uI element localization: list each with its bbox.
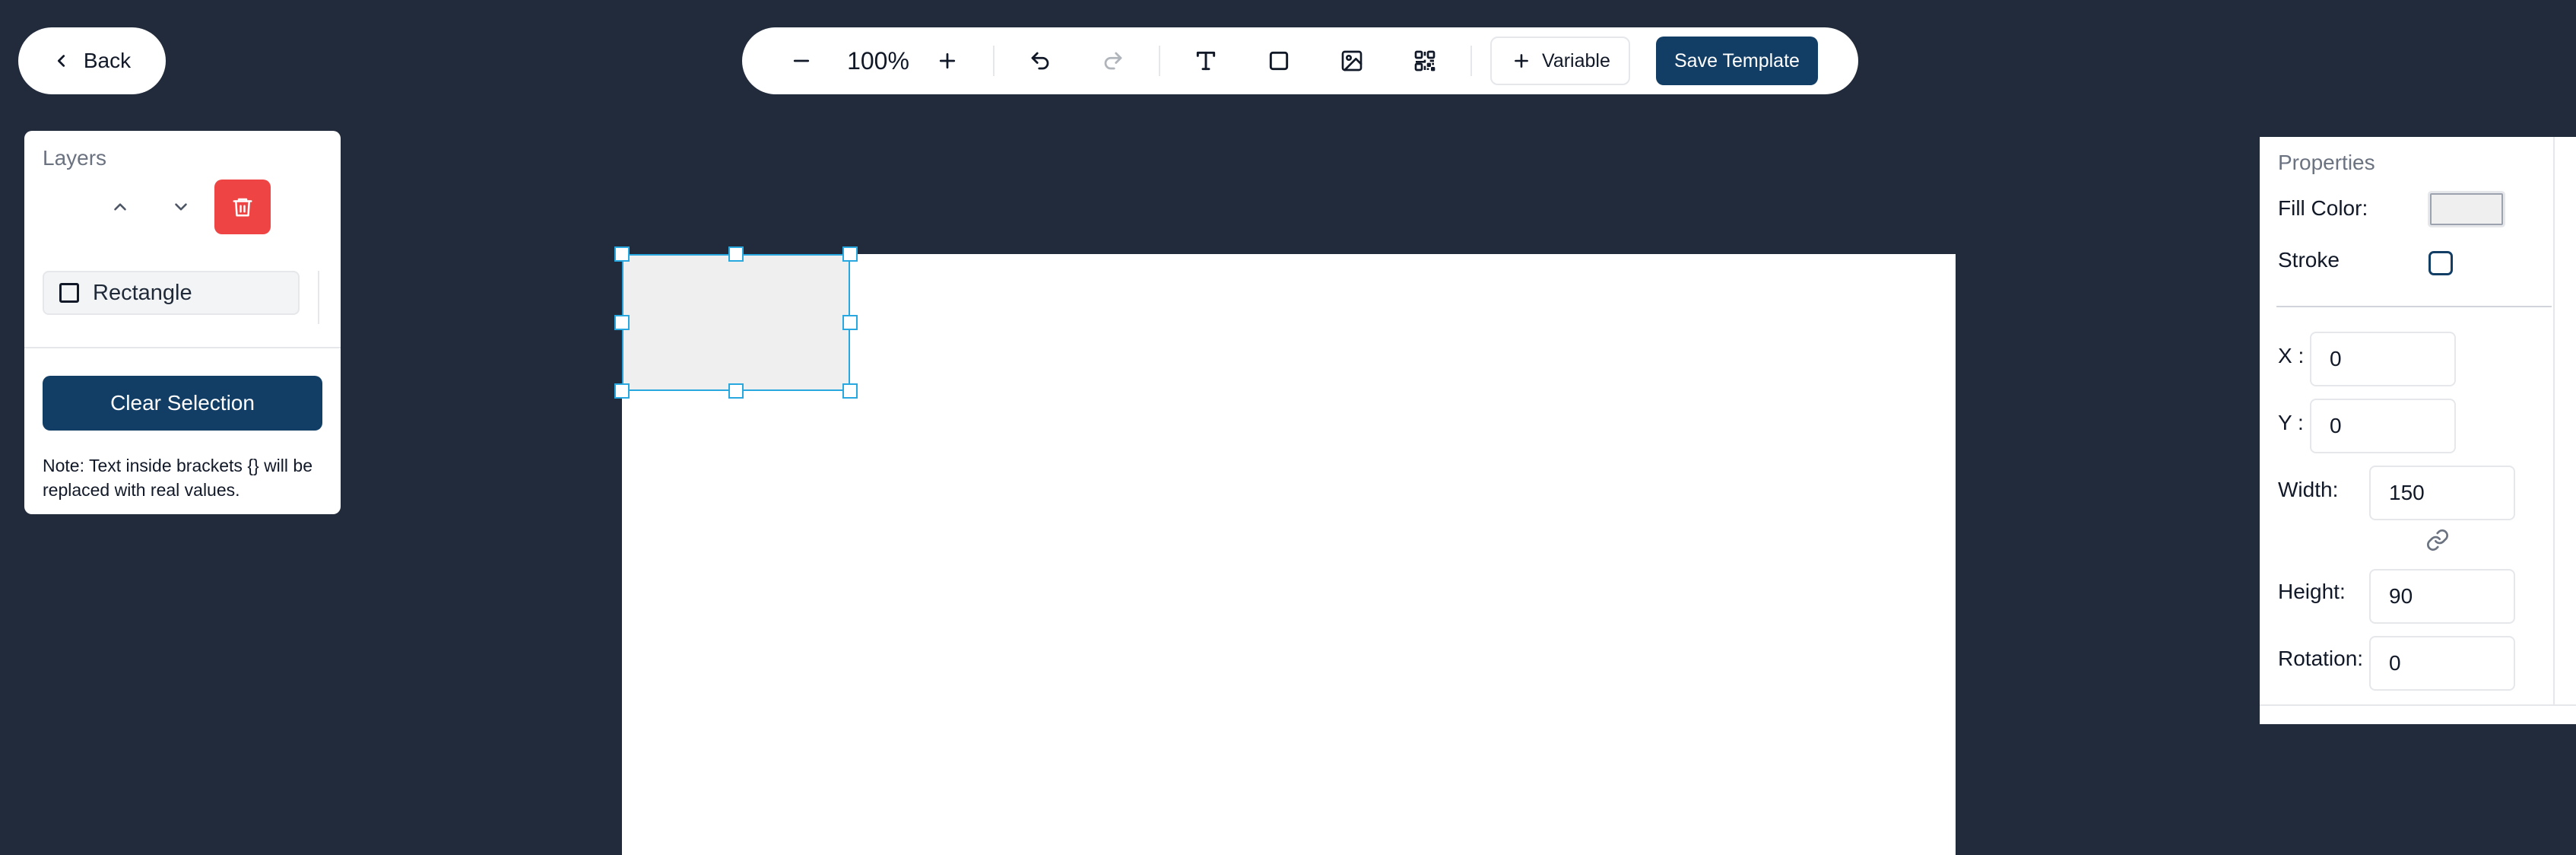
- add-variable-button[interactable]: Variable: [1490, 37, 1630, 85]
- toolbar-divider: [1159, 46, 1160, 76]
- width-input[interactable]: [2369, 466, 2515, 520]
- layer-list-area: Rectangle: [24, 271, 341, 348]
- move-layer-down-button[interactable]: [154, 180, 208, 234]
- minus-icon: [790, 49, 813, 72]
- layer-list-scrollbar[interactable]: [318, 271, 319, 324]
- zoom-in-button[interactable]: [920, 27, 975, 94]
- properties-bottom-border: [2260, 704, 2576, 706]
- height-input[interactable]: [2369, 569, 2515, 624]
- resize-handle-top[interactable]: [728, 246, 744, 262]
- stroke-checkbox[interactable]: [2428, 251, 2453, 275]
- resize-handle-bottom[interactable]: [728, 383, 744, 399]
- design-canvas[interactable]: [614, 246, 1956, 855]
- resize-handle-top-left[interactable]: [614, 246, 630, 262]
- layer-actions: [24, 180, 341, 234]
- properties-title: Properties: [2278, 151, 2375, 174]
- layers-title: Layers: [43, 146, 107, 170]
- layer-item-rectangle[interactable]: Rectangle: [43, 271, 300, 315]
- toolbar: 100% Variable Save Template: [742, 27, 1858, 94]
- properties-divider: [2276, 306, 2552, 307]
- resize-handle-top-right[interactable]: [842, 246, 858, 262]
- width-label: Width:: [2278, 478, 2339, 501]
- stroke-label: Stroke: [2278, 248, 2340, 272]
- layer-item-label: Rectangle: [93, 280, 192, 305]
- toolbar-divider: [1470, 46, 1472, 76]
- brackets-note: Note: Text inside brackets {} will be re…: [43, 456, 312, 500]
- delete-layer-button[interactable]: [214, 180, 271, 234]
- plus-icon: [1512, 51, 1531, 71]
- trash-icon: [231, 195, 254, 218]
- resize-handle-right[interactable]: [842, 315, 858, 330]
- undo-button[interactable]: [1013, 27, 1068, 94]
- rectangle-shape[interactable]: [622, 254, 850, 391]
- resize-handle-bottom-right[interactable]: [842, 383, 858, 399]
- text-icon: [1194, 49, 1218, 73]
- chevron-down-icon: [171, 197, 191, 217]
- add-text-button[interactable]: [1179, 27, 1233, 94]
- zoom-level: 100%: [847, 46, 909, 75]
- rotation-input[interactable]: [2369, 636, 2515, 691]
- back-label: Back: [83, 49, 132, 72]
- chevron-left-icon: [53, 52, 70, 69]
- redo-icon: [1102, 49, 1125, 72]
- toolbar-divider: [993, 46, 995, 76]
- fill-color-swatch[interactable]: [2430, 193, 2503, 225]
- x-input[interactable]: [2310, 332, 2456, 386]
- properties-panel: Properties Fill Color: Stroke X : Y : Wi…: [2260, 137, 2576, 724]
- plus-icon: [936, 49, 959, 72]
- y-input[interactable]: [2310, 399, 2456, 453]
- save-template-button[interactable]: Save Template: [1656, 37, 1818, 85]
- height-label: Height:: [2278, 580, 2346, 603]
- rectangle-icon: [1267, 49, 1291, 73]
- qr-code-icon: [1413, 49, 1437, 73]
- resize-handle-bottom-left[interactable]: [614, 383, 630, 399]
- zoom-out-button[interactable]: [774, 27, 829, 94]
- x-label: X :: [2278, 344, 2305, 367]
- add-qr-code-button[interactable]: [1397, 27, 1452, 94]
- add-rectangle-button[interactable]: [1252, 27, 1306, 94]
- redo-button[interactable]: [1086, 27, 1140, 94]
- fill-color-label: Fill Color:: [2278, 196, 2368, 220]
- rotation-label: Rotation:: [2278, 647, 2364, 670]
- link-icon[interactable]: [2425, 528, 2450, 552]
- y-label: Y :: [2278, 411, 2304, 434]
- variable-label: Variable: [1542, 49, 1610, 72]
- back-button[interactable]: Back: [18, 27, 166, 94]
- chevron-up-icon: [110, 197, 130, 217]
- add-image-button[interactable]: [1324, 27, 1379, 94]
- resize-handle-left[interactable]: [614, 315, 630, 330]
- layer-rectangle-icon: [59, 283, 79, 303]
- properties-scrollbar[interactable]: [2553, 137, 2576, 704]
- undo-icon: [1029, 49, 1052, 72]
- image-icon: [1340, 49, 1364, 73]
- clear-selection-button[interactable]: Clear Selection: [43, 376, 322, 431]
- move-layer-up-button[interactable]: [93, 180, 148, 234]
